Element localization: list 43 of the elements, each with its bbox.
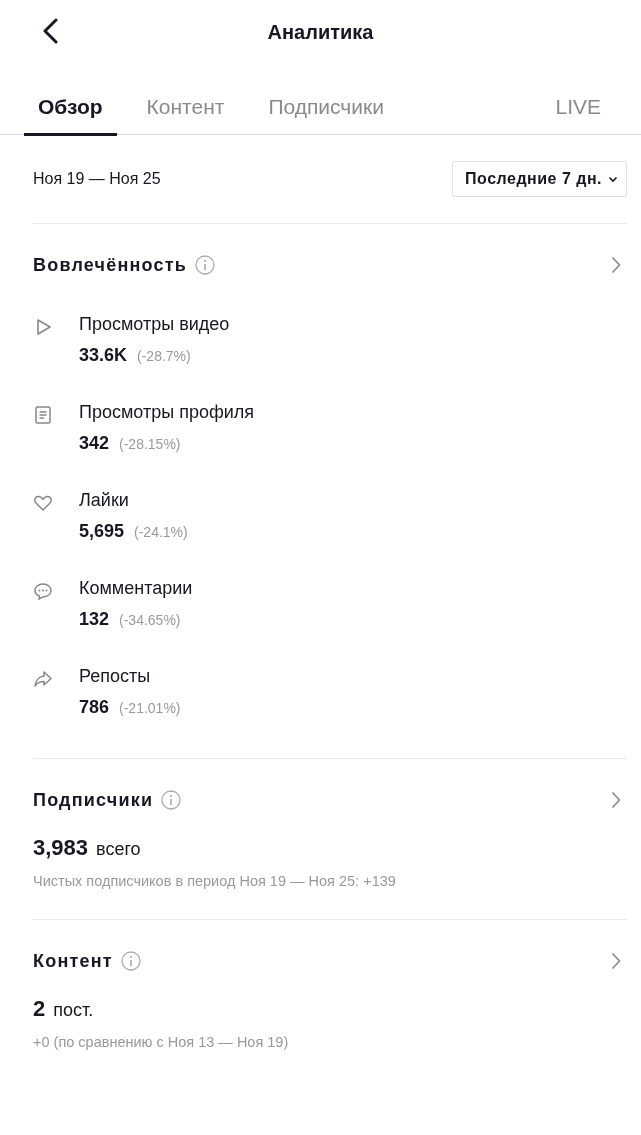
metric-value: 132 [79,609,110,630]
tab[interactable]: Контент [132,94,239,136]
share-arrow-icon [33,669,53,689]
caret-icon [608,175,618,183]
info-icon[interactable] [120,951,141,971]
summary-note: Чистых подписчиков в период Ноя 19 — Ноя 25: +139 [33,872,397,891]
tab[interactable]: Подписчики [254,94,398,136]
summary-unit: пост. [53,1000,94,1021]
chevron-right-icon[interactable] [611,256,621,274]
metric-value: 33.6K [79,345,128,366]
summary-value: 3,983 [33,835,89,861]
metric-label: Просмотры профиля [79,402,255,423]
metric-label: Репосты [79,666,152,687]
section-title: Подписчики [33,789,154,811]
tab[interactable]: Обзор [24,94,117,136]
metric-label: Просмотры видео [79,314,230,335]
metric-value: 342 [79,433,110,454]
document-icon [33,405,53,425]
summary-value: 2 [33,996,46,1022]
summary-unit: всего [96,839,141,860]
metric-value: 786 [79,697,110,718]
info-icon[interactable] [195,255,216,275]
section-title: Вовлечённость [33,254,188,276]
metric-label: Лайки [79,490,130,511]
tab[interactable]: LIVE [541,94,611,136]
heart-icon [33,493,53,513]
metric-change: (-34.65%) [119,612,181,628]
date-range: Ноя 19 — Ноя 25 [33,170,161,188]
comment-icon [33,581,53,601]
back-icon[interactable] [42,18,58,44]
metric-label: Комментарии [79,578,193,599]
summary-note: +0 (по сравнению с Ноя 13 — Ноя 19) [33,1033,290,1052]
metric-change: (-28.15%) [119,436,181,452]
metric-value: 5,695 [79,521,125,542]
info-icon[interactable] [161,790,182,810]
period-dropdown[interactable]: Последние 7 дн. [452,161,627,197]
page-title: Аналитика [267,20,374,44]
metric-change: (-24.1%) [134,524,188,540]
section-title: Контент [33,950,113,972]
metric-change: (-28.7%) [137,348,191,364]
metric-change: (-21.01%) [119,700,181,716]
chevron-right-icon[interactable] [611,952,621,970]
chevron-right-icon[interactable] [611,791,621,809]
